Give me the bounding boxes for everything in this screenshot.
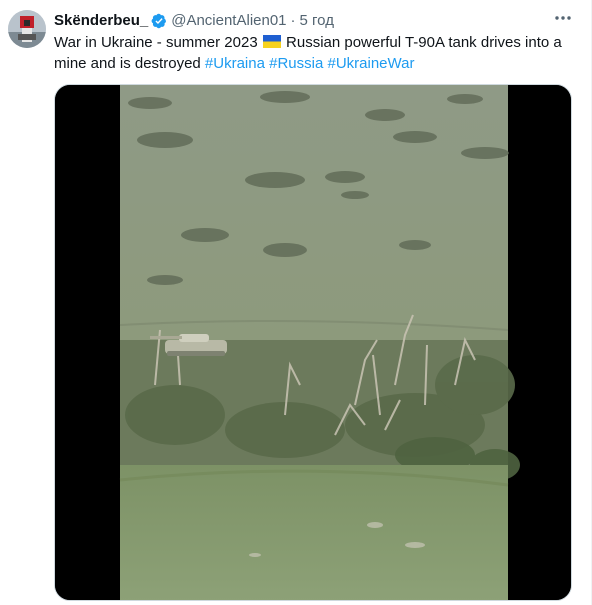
separator-dot: ·: [290, 12, 296, 29]
author-handle[interactable]: @AncientAlien01: [171, 11, 286, 31]
hashtag-russia[interactable]: #Russia: [269, 55, 323, 72]
tweet-header: Skënderbeu_ @AncientAlien01 · 5 год: [54, 11, 561, 31]
verified-badge-icon: [151, 13, 167, 29]
hashtag-ukrainewar[interactable]: #UkraineWar: [328, 55, 415, 72]
tweet-video[interactable]: [54, 84, 572, 601]
tweet-text: War in Ukraine - summer 2023 Russian pow…: [54, 32, 574, 74]
tweet-text-part-1: War in Ukraine - summer 2023: [54, 34, 258, 51]
author-display-name[interactable]: Skënderbeu_: [54, 11, 148, 31]
more-horizontal-icon[interactable]: [551, 8, 575, 32]
tweet-card[interactable]: Skënderbeu_ @AncientAlien01 · 5 год War …: [0, 0, 592, 605]
tweet-timestamp[interactable]: 5 год: [300, 11, 334, 31]
video-frame-image: [55, 85, 571, 600]
avatar-image: [8, 10, 46, 48]
hashtag-ukraina[interactable]: #Ukraina: [205, 55, 265, 72]
avatar[interactable]: [8, 10, 46, 48]
ukraine-flag-icon: [262, 35, 281, 48]
